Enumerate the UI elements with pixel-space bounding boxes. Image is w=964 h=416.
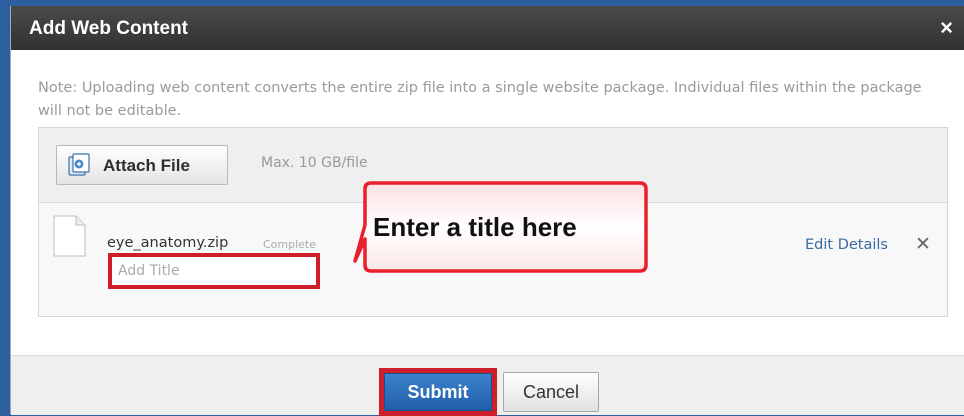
title-input[interactable] xyxy=(108,253,320,289)
dialog-footer: Submit Cancel xyxy=(11,355,964,416)
close-icon[interactable]: × xyxy=(940,15,953,41)
dialog-titlebar: Add Web Content × xyxy=(11,6,964,50)
file-icon xyxy=(53,215,86,257)
attach-file-button[interactable]: Attach File xyxy=(56,145,228,185)
remove-file-icon[interactable]: ✕ xyxy=(915,233,931,256)
callout-text: Enter a title here xyxy=(373,212,577,242)
cancel-button[interactable]: Cancel xyxy=(503,372,599,412)
attach-file-label: Attach File xyxy=(103,156,190,175)
submit-highlight: Submit xyxy=(379,368,497,416)
attach-file-icon xyxy=(68,153,90,176)
dialog-title: Add Web Content xyxy=(29,18,189,39)
submit-button[interactable]: Submit xyxy=(384,373,492,411)
edit-details-link[interactable]: Edit Details xyxy=(805,237,888,253)
upload-note: Note: Uploading web content converts the… xyxy=(38,80,922,119)
upload-status: Complete xyxy=(263,238,317,251)
max-size-text: Max. 10 GB/file xyxy=(261,155,368,171)
file-name: eye_anatomy.zip xyxy=(107,235,229,251)
